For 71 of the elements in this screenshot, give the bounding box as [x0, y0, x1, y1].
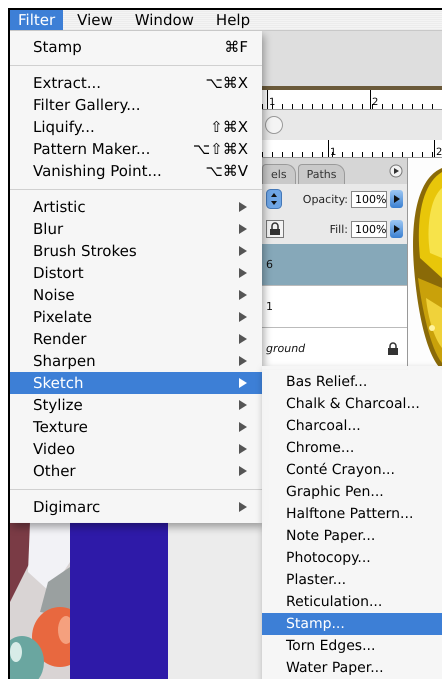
menu-item[interactable]: Charcoal... [262, 415, 442, 437]
submenu-arrow-icon [238, 201, 248, 213]
stepper-icon[interactable] [266, 189, 282, 209]
menu-item[interactable]: Video [10, 438, 262, 460]
slider-popup-button[interactable] [390, 220, 403, 238]
lock-icon[interactable] [266, 220, 284, 238]
menu-item[interactable]: Sketch [10, 372, 262, 394]
submenu-arrow-icon [238, 355, 248, 367]
menu-item[interactable]: Liquify... ⇧⌘X [10, 116, 262, 138]
submenu-arrow-icon [238, 223, 248, 235]
layer-name: 6 [266, 258, 274, 271]
submenu-arrow-icon [238, 267, 248, 279]
menu-item[interactable]: Chrome... [262, 437, 442, 459]
menu-item[interactable]: Pattern Maker... ⌥⇧⌘X [10, 138, 262, 160]
menu-item[interactable]: Brush Strokes [10, 240, 262, 262]
ruler-label: 2 [435, 147, 442, 158]
submenu-arrow-icon [238, 333, 248, 345]
menu-item[interactable]: Pixelate [10, 306, 262, 328]
fill-label: Fill: [330, 222, 348, 236]
menu-item[interactable]: Graphic Pen... [262, 481, 442, 503]
layer-row[interactable]: 6 [262, 244, 407, 286]
ruler-label: 2 [371, 97, 378, 108]
menu-item[interactable]: Noise [10, 284, 262, 306]
menu-title[interactable]: Help [208, 10, 258, 30]
menu-item[interactable]: Stylize [10, 394, 262, 416]
panel-tab[interactable]: els [262, 164, 296, 184]
submenu-arrow-icon [238, 443, 248, 455]
submenu-arrow-icon [238, 289, 248, 301]
menu-item[interactable]: Reticulation... [262, 591, 442, 613]
menu-item[interactable]: Photocopy... [262, 547, 442, 569]
submenu-arrow-icon [238, 399, 248, 411]
layer-name: ground [266, 342, 306, 355]
menu-item[interactable]: Render [10, 328, 262, 350]
menu-item[interactable]: Sharpen [10, 350, 262, 372]
menu-item[interactable]: Other [10, 460, 262, 482]
opacity-field[interactable]: 100% [351, 190, 387, 208]
submenu-arrow-icon [238, 311, 248, 323]
menu-item[interactable]: Artistic [10, 196, 262, 218]
submenu-arrow-icon [238, 501, 248, 513]
fill-field[interactable]: 100% [351, 220, 387, 238]
menu-item[interactable]: Water Paper... [262, 657, 442, 679]
menu-item[interactable]: Stamp... [262, 613, 442, 635]
menu-item[interactable]: Extract... ⌥⌘X [10, 72, 262, 94]
menu-item[interactable]: Stamp ⌘F [10, 36, 262, 58]
submenu-arrow-icon [238, 245, 248, 257]
opacity-label: Opacity: [302, 192, 348, 206]
layer-name: 1 [266, 300, 274, 313]
submenu-arrow-icon [238, 377, 248, 389]
menu-item[interactable]: Distort [10, 262, 262, 284]
menu-item[interactable]: Filter Gallery... [10, 94, 262, 116]
slider-popup-button[interactable] [390, 190, 403, 208]
menu-title[interactable]: Filter [10, 10, 64, 30]
menu-title[interactable]: Window [126, 10, 202, 30]
menu-item[interactable]: Plaster... [262, 569, 442, 591]
menu-item[interactable]: Torn Edges... [262, 635, 442, 657]
menu-title[interactable]: View [69, 10, 121, 30]
menu-item[interactable]: Note Paper... [262, 525, 442, 547]
menu-item[interactable]: Bas Relief... [262, 371, 442, 393]
layer-row[interactable]: 1 [262, 286, 407, 328]
submenu-arrow-icon [238, 465, 248, 477]
panel-tab[interactable]: Paths [298, 164, 346, 184]
menu-item[interactable]: Blur [10, 218, 262, 240]
menu-item[interactable]: Halftone Pattern... [262, 503, 442, 525]
menu-item[interactable]: Digimarc [10, 496, 262, 518]
menu-item[interactable]: Vanishing Point... ⌥⌘V [10, 160, 262, 182]
menu-item[interactable]: Chalk & Charcoal... [262, 393, 442, 415]
panel-menu-icon[interactable] [389, 164, 403, 178]
menu-item[interactable]: Texture [10, 416, 262, 438]
submenu-arrow-icon [238, 421, 248, 433]
menu-item[interactable]: Conté Crayon... [262, 459, 442, 481]
lock-icon [387, 342, 399, 356]
